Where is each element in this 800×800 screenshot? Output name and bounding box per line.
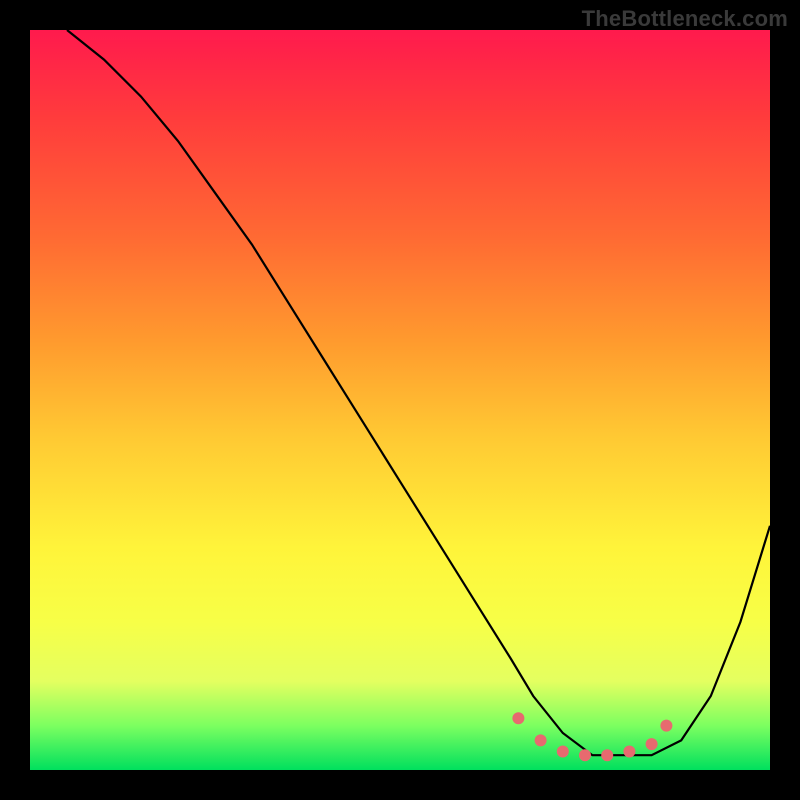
marker-dot	[535, 734, 547, 746]
watermark-text: TheBottleneck.com	[582, 6, 788, 32]
chart-svg	[30, 30, 770, 770]
bottleneck-curve	[67, 30, 770, 755]
marker-dot	[601, 749, 613, 761]
plot-area	[30, 30, 770, 770]
marker-dot	[623, 746, 635, 758]
marker-dot	[660, 720, 672, 732]
marker-dot	[579, 749, 591, 761]
marker-dot	[646, 738, 658, 750]
marker-dot	[557, 746, 569, 758]
chart-frame: TheBottleneck.com	[0, 0, 800, 800]
marker-dot	[512, 712, 524, 724]
